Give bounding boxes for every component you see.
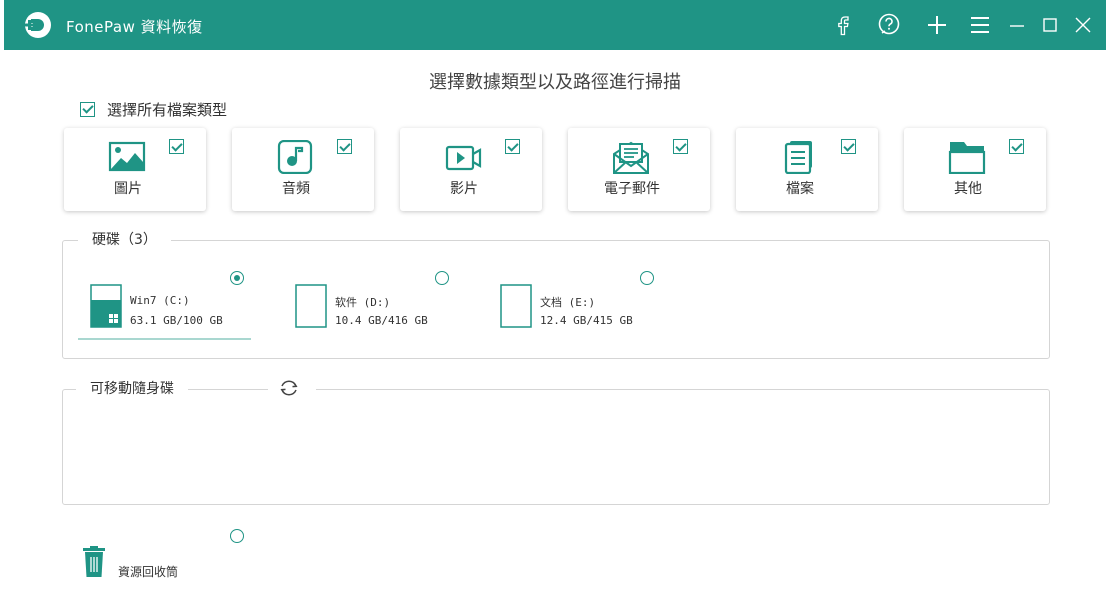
trash-icon[interactable]: [82, 546, 106, 578]
removable-drives-group: [62, 389, 1050, 505]
file-type-label: 檔案: [786, 181, 814, 197]
email-checkbox[interactable]: [673, 139, 688, 154]
recycle-bin-radio[interactable]: [230, 529, 244, 543]
menu-icon[interactable]: [967, 12, 993, 38]
facebook-icon[interactable]: [830, 12, 856, 38]
plus-icon[interactable]: [924, 12, 950, 38]
drive-e-radio[interactable]: [640, 271, 654, 285]
minimize-icon[interactable]: [1004, 12, 1030, 38]
file-type-label: 圖片: [114, 181, 142, 197]
drive-size: 12.4 GB/415 GB: [540, 314, 633, 327]
select-all-checkbox[interactable]: 選擇所有檔案類型: [80, 99, 227, 119]
app-title: FonePaw 資料恢復: [66, 18, 203, 36]
file-type-label: 電子郵件: [604, 181, 660, 197]
fonepaw-logo-icon: [25, 12, 51, 38]
image-checkbox[interactable]: [169, 139, 184, 154]
drive-size: 63.1 GB/100 GB: [130, 314, 223, 327]
file-type-label: 音頻: [282, 181, 310, 197]
drive-icon: [295, 284, 327, 328]
drive-c-radio[interactable]: [230, 271, 244, 285]
drive-name: 文档 (E:): [540, 296, 596, 309]
drive-icon: [500, 284, 532, 328]
hard-drives-legend: 硬碟（3）: [78, 229, 171, 249]
image-icon: [108, 141, 146, 172]
drive-e[interactable]: 文档 (E:) 12.4 GB/415 GB: [488, 270, 663, 336]
select-all-label: 選擇所有檔案類型: [107, 100, 228, 119]
video-checkbox[interactable]: [505, 139, 520, 154]
music-icon: [277, 140, 313, 174]
file-type-card-document[interactable]: 檔案: [736, 128, 878, 211]
document-icon: [784, 141, 812, 174]
close-icon[interactable]: [1070, 12, 1096, 38]
drive-size: 10.4 GB/416 GB: [335, 314, 428, 327]
file-type-card-other[interactable]: 其他: [904, 128, 1046, 211]
drive-name: 软件 (D:): [335, 296, 391, 309]
page-title: 選擇數據類型以及路徑進行掃描: [429, 72, 681, 93]
other-checkbox[interactable]: [1009, 139, 1024, 154]
select-all-check-icon[interactable]: [80, 101, 95, 117]
removable-drives-legend: 可移動隨身碟: [76, 378, 188, 398]
title-bar: FonePaw 資料恢復: [4, 0, 1106, 50]
drive-d-radio[interactable]: [435, 271, 449, 285]
document-checkbox[interactable]: [841, 139, 856, 154]
file-type-label: 其他: [954, 181, 982, 197]
audio-checkbox[interactable]: [337, 139, 352, 154]
recycle-bin-label[interactable]: 資源回收筒: [118, 563, 178, 580]
file-type-card-audio[interactable]: 音頻: [232, 128, 374, 211]
file-type-card-video[interactable]: 影片: [400, 128, 542, 211]
drive-c[interactable]: Win7 (C:) 63.1 GB/100 GB: [78, 270, 253, 336]
refresh-icon[interactable]: [278, 377, 300, 399]
maximize-icon[interactable]: [1037, 12, 1063, 38]
selected-drive-indicator: [78, 338, 251, 340]
email-icon: [613, 141, 649, 174]
windows-drive-icon: [90, 284, 122, 328]
file-type-label: 影片: [450, 181, 478, 197]
help-icon[interactable]: [876, 12, 902, 38]
drive-d[interactable]: 软件 (D:) 10.4 GB/416 GB: [283, 270, 458, 336]
drive-name: Win7 (C:): [130, 294, 190, 307]
video-icon: [445, 145, 482, 171]
folder-icon: [948, 142, 986, 174]
file-type-card-email[interactable]: 電子郵件: [568, 128, 710, 211]
file-type-card-image[interactable]: 圖片: [64, 128, 206, 211]
